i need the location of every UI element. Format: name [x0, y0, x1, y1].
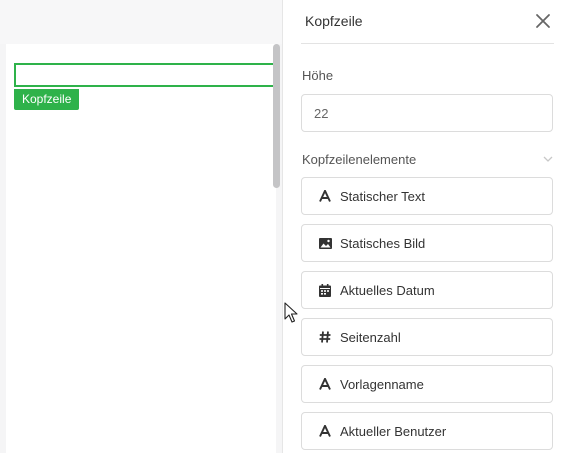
text-a-icon	[318, 189, 332, 203]
header-zone[interactable]	[14, 63, 276, 87]
panel-title: Kopfzeile	[305, 13, 363, 29]
text-a-icon	[318, 424, 332, 438]
canvas-top-strip	[0, 0, 282, 44]
close-icon[interactable]	[532, 10, 554, 32]
calendar-icon	[318, 283, 332, 297]
height-input[interactable]	[301, 94, 553, 132]
height-label: Höhe	[302, 68, 334, 83]
image-icon	[318, 236, 332, 250]
button-label: Statisches Bild	[340, 235, 426, 251]
button-label: Aktuelles Datum	[340, 282, 435, 298]
chevron-down-icon[interactable]	[542, 152, 554, 164]
text-a-icon	[318, 377, 332, 391]
add-current-date-button[interactable]: Aktuelles Datum	[301, 271, 553, 309]
button-label: Seitenzahl	[340, 329, 401, 345]
add-template-name-button[interactable]: Vorlagenname	[301, 365, 553, 403]
button-label: Vorlagenname	[340, 376, 424, 392]
add-current-user-button[interactable]: Aktueller Benutzer	[301, 412, 553, 450]
button-label: Aktueller Benutzer	[340, 423, 447, 439]
panel-header: Kopfzeile	[301, 0, 554, 44]
add-static-image-button[interactable]: Statisches Bild	[301, 224, 553, 262]
header-zone-tag[interactable]: Kopfzeile	[14, 89, 80, 110]
add-page-number-button[interactable]: Seitenzahl	[301, 318, 553, 356]
header-settings-panel: Kopfzeile Höhe Kopfzeilenelemente Statis…	[282, 0, 569, 453]
add-static-text-button[interactable]: Statischer Text	[301, 177, 553, 215]
button-label: Statischer Text	[340, 188, 426, 204]
canvas-scrollbar[interactable]	[273, 44, 280, 188]
header-elements-label: Kopfzeilenelemente	[302, 152, 417, 167]
mouse-cursor-icon	[284, 302, 298, 324]
hash-icon	[318, 330, 332, 344]
